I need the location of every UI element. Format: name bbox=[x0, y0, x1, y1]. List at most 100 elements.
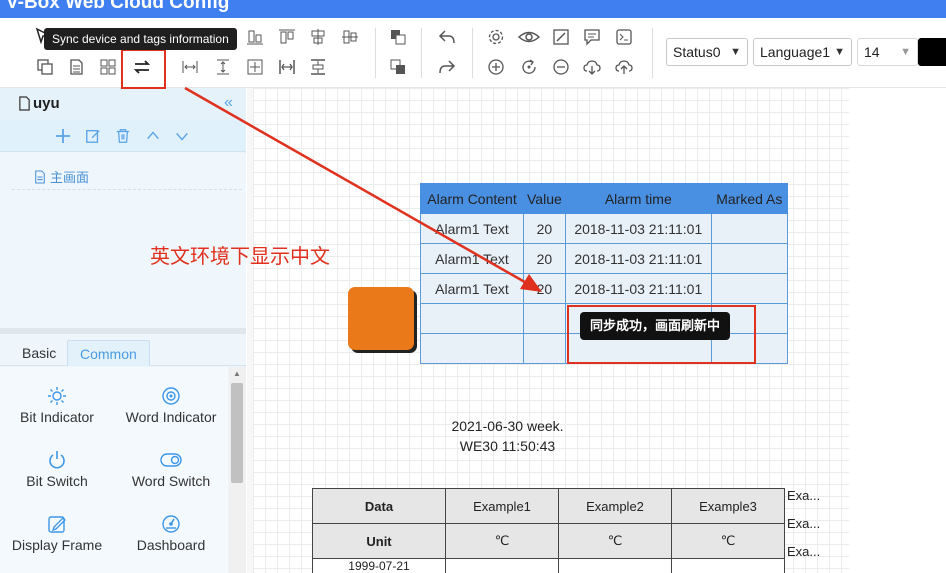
chevron-down-icon: ▼ bbox=[730, 46, 741, 58]
widget-tabs: Basic Common bbox=[0, 334, 246, 366]
delete-page-icon[interactable] bbox=[113, 126, 133, 146]
sun-icon bbox=[46, 385, 68, 407]
document-icon[interactable] bbox=[65, 56, 87, 78]
table-row: Alarm1 Text 20 2018-11-03 21:11:01 bbox=[420, 243, 788, 274]
alarm-cell bbox=[420, 303, 524, 334]
status-select[interactable]: Status0 ▼ bbox=[666, 38, 748, 66]
widget-label: Bit Indicator bbox=[20, 409, 94, 425]
cloud-upload-icon[interactable] bbox=[613, 56, 635, 78]
annotation-highlight-box bbox=[121, 49, 166, 89]
datetime-widget[interactable]: 2021-06-30 week. WE30 11:50:43 bbox=[430, 416, 585, 456]
comment-icon[interactable] bbox=[581, 26, 603, 48]
tab-basic[interactable]: Basic bbox=[10, 340, 68, 366]
align-center-vertical-icon[interactable] bbox=[307, 26, 329, 48]
redo-icon[interactable] bbox=[436, 56, 458, 78]
same-height-icon[interactable] bbox=[212, 56, 234, 78]
widget-label: Dashboard bbox=[136, 537, 206, 553]
chevron-down-icon: ▼ bbox=[834, 46, 845, 58]
toolbar-separator bbox=[652, 28, 653, 78]
widget-label: Word Indicator bbox=[125, 409, 217, 425]
widget-bit-switch[interactable]: Bit Switch bbox=[0, 449, 114, 489]
send-to-back-icon[interactable] bbox=[387, 56, 409, 78]
preview-eye-icon[interactable] bbox=[516, 26, 542, 48]
distribute-vertical-icon[interactable] bbox=[307, 56, 329, 78]
chevron-down-icon: ▼ bbox=[900, 46, 911, 58]
settings-icon[interactable] bbox=[485, 26, 507, 48]
color-picker-swatch[interactable] bbox=[918, 38, 946, 66]
same-width-icon[interactable] bbox=[179, 56, 201, 78]
alarm-header: Alarm Content bbox=[420, 183, 524, 214]
zoom-out-icon[interactable] bbox=[550, 56, 572, 78]
side-label: Exa... bbox=[787, 544, 821, 559]
tree-item-main-screen[interactable]: 主画面 bbox=[34, 167, 89, 186]
canvas-margin bbox=[849, 88, 946, 573]
alarm-cell: Alarm1 Text bbox=[420, 243, 524, 274]
data-cell: Data bbox=[312, 488, 446, 524]
font-size-combobox[interactable]: 14 ▼ bbox=[857, 38, 918, 66]
widget-dashboard[interactable]: Dashboard bbox=[114, 513, 228, 553]
project-header: uyu « bbox=[0, 88, 246, 120]
data-cell: Example3 bbox=[671, 488, 785, 524]
table-row: Data Example1 Example2 Example3 bbox=[312, 488, 785, 524]
datetime-line: WE30 11:50:43 bbox=[459, 438, 556, 454]
annotation-text: 英文环境下显示中文 bbox=[150, 246, 330, 268]
power-icon bbox=[46, 449, 68, 471]
cloud-download-icon[interactable] bbox=[581, 56, 603, 78]
toolbar-separator bbox=[375, 28, 376, 78]
font-size-value: 14 bbox=[864, 44, 880, 60]
pencil-frame-icon bbox=[46, 513, 68, 535]
alarm-cell: 2018-11-03 21:11:01 bbox=[564, 243, 712, 274]
data-cell: ℃ bbox=[558, 523, 672, 559]
zoom-in-icon[interactable] bbox=[485, 56, 507, 78]
project-title: uyu bbox=[18, 95, 60, 112]
alarm-cell bbox=[710, 273, 788, 304]
copy-icon[interactable] bbox=[34, 56, 56, 78]
script-icon[interactable] bbox=[613, 26, 635, 48]
sync-tooltip: Sync device and tags information bbox=[44, 28, 237, 50]
add-page-icon[interactable] bbox=[53, 126, 73, 146]
widget-bit-indicator[interactable]: Bit Indicator bbox=[0, 385, 114, 425]
table-row: Unit ℃ ℃ ℃ bbox=[312, 523, 785, 559]
alarm-cell: Alarm1 Text bbox=[420, 213, 524, 244]
tab-common[interactable]: Common bbox=[67, 340, 150, 366]
language-select[interactable]: Language1 ▼ bbox=[753, 38, 852, 66]
table-row: Alarm1 Text 20 2018-11-03 21:11:01 bbox=[420, 273, 788, 304]
orange-shape-widget[interactable] bbox=[348, 287, 414, 350]
grid-icon[interactable] bbox=[97, 56, 119, 78]
toolbar-separator bbox=[421, 28, 422, 78]
widget-word-switch[interactable]: Word Switch bbox=[114, 449, 228, 489]
alarm-cell: Alarm1 Text bbox=[420, 273, 524, 304]
data-cell bbox=[445, 558, 559, 573]
datetime-line: 2021-06-30 week. bbox=[451, 418, 564, 434]
undo-icon[interactable] bbox=[436, 26, 458, 48]
project-file-icon bbox=[19, 96, 30, 111]
align-bottom-icon[interactable] bbox=[244, 26, 266, 48]
edit-page-icon[interactable] bbox=[83, 126, 103, 146]
move-down-icon[interactable] bbox=[172, 126, 192, 146]
move-up-icon[interactable] bbox=[143, 126, 163, 146]
widget-palette: Bit Indicator Word Indicator Bit Switch … bbox=[0, 367, 228, 573]
reset-zoom-icon[interactable] bbox=[518, 56, 540, 78]
collapse-sidebar-icon[interactable]: « bbox=[224, 94, 233, 112]
toolbar-separator bbox=[472, 28, 473, 78]
alarm-cell: 2018-11-03 21:11:01 bbox=[564, 273, 712, 304]
scrollbar-thumb[interactable] bbox=[231, 383, 243, 483]
data-table[interactable]: Data Example1 Example2 Example3 Unit ℃ ℃… bbox=[312, 488, 785, 573]
align-top-icon[interactable] bbox=[276, 26, 298, 48]
bring-to-front-icon[interactable] bbox=[387, 26, 409, 48]
edit-frame-icon[interactable] bbox=[550, 26, 572, 48]
alarm-cell: 20 bbox=[523, 273, 566, 304]
target-icon bbox=[160, 385, 182, 407]
side-label: Exa... bbox=[787, 516, 821, 531]
widget-display-frame[interactable]: Display Frame bbox=[0, 513, 114, 553]
align-center-horizontal-icon[interactable] bbox=[339, 26, 361, 48]
distribute-horizontal-icon[interactable] bbox=[276, 56, 298, 78]
tree-item-label: 主画面 bbox=[50, 170, 90, 185]
scroll-up-icon[interactable]: ▲ bbox=[233, 369, 241, 378]
same-size-icon[interactable] bbox=[244, 56, 266, 78]
widget-scrollbar[interactable]: ▲ bbox=[229, 367, 246, 573]
alarm-header-row: Alarm Content Value Alarm time Marked As bbox=[420, 183, 788, 214]
alarm-cell bbox=[710, 213, 788, 244]
data-cell: ℃ bbox=[445, 523, 559, 559]
widget-word-indicator[interactable]: Word Indicator bbox=[114, 385, 228, 425]
